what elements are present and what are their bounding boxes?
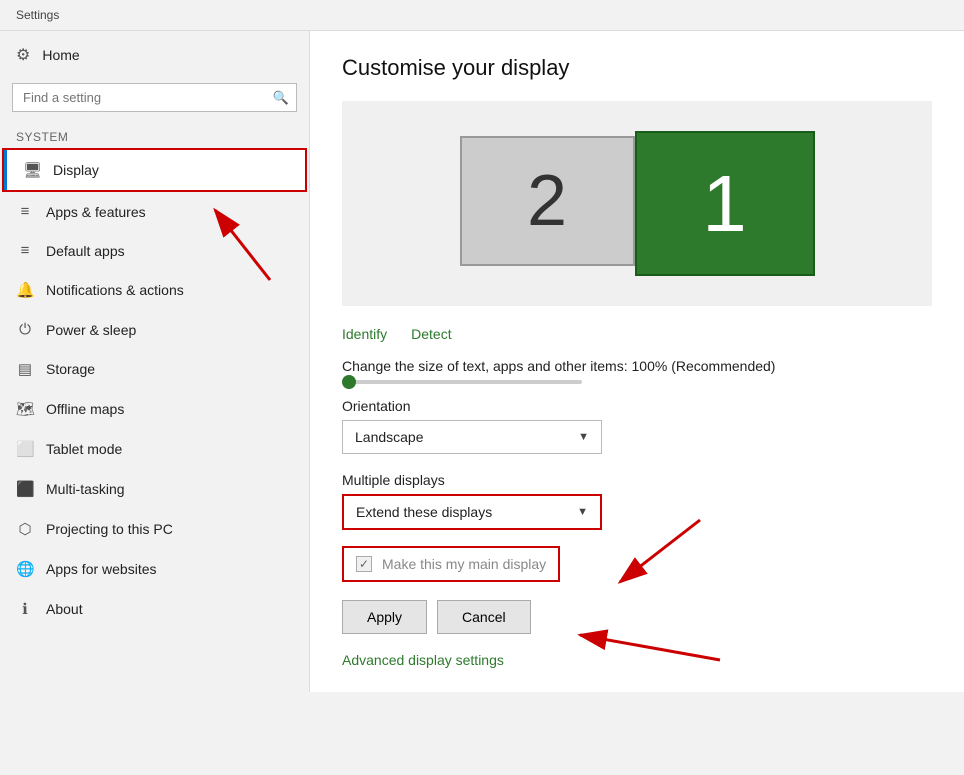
sidebar-item-default-apps[interactable]: ≡ Default apps <box>0 231 309 270</box>
sidebar-item-power-sleep[interactable]: ⏻ Power & sleep <box>0 310 309 349</box>
sidebar-item-storage-label: Storage <box>46 361 95 377</box>
sidebar-item-about[interactable]: ℹ About <box>0 589 309 629</box>
display-preview: 2 1 <box>342 101 932 306</box>
slider-track[interactable] <box>342 380 582 384</box>
sidebar-item-projecting[interactable]: ⬡ Projecting to this PC <box>0 509 309 549</box>
multiple-displays-value: Extend these displays <box>356 504 492 520</box>
search-input[interactable] <box>12 83 297 112</box>
sidebar-item-offline-maps-label: Offline maps <box>46 401 124 417</box>
monitor-1[interactable]: 1 <box>635 131 815 276</box>
tablet-icon: ⬜ <box>16 440 34 458</box>
default-apps-icon: ≡ <box>16 242 34 259</box>
sidebar-item-tablet-label: Tablet mode <box>46 441 122 457</box>
multitasking-icon: ⬛ <box>16 480 34 498</box>
sidebar-item-tablet-mode[interactable]: ⬜ Tablet mode <box>0 429 309 469</box>
display-item-wrapper: 🖥 Display <box>2 148 307 192</box>
orientation-label: Orientation <box>342 398 932 414</box>
chevron-down-icon-2: ▼ <box>577 506 588 518</box>
sidebar-item-apps-websites[interactable]: 🌐 Apps for websites <box>0 549 309 589</box>
main-content: Customise your display 2 1 Identify Dete… <box>310 31 964 692</box>
notifications-icon: 🔔 <box>16 281 34 299</box>
about-icon: ℹ <box>16 600 34 618</box>
main-display-checkbox[interactable]: ✓ <box>356 556 372 572</box>
main-display-checkbox-row[interactable]: ✓ Make this my main display <box>342 546 560 582</box>
orientation-dropdown[interactable]: Landscape ▼ <box>342 420 602 454</box>
sidebar: ⚙ Home 🔍 System 🖥 Display ≡ Apps & feat <box>0 31 310 692</box>
sidebar-item-default-apps-label: Default apps <box>46 243 125 259</box>
main-display-checkbox-label: Make this my main display <box>382 556 546 572</box>
sidebar-item-display[interactable]: 🖥 Display <box>4 150 305 190</box>
sidebar-item-apps-features[interactable]: ≡ Apps & features <box>0 192 309 231</box>
storage-icon: ▤ <box>16 360 34 378</box>
sidebar-item-notifications-label: Notifications & actions <box>46 282 184 298</box>
buttons-row: Apply Cancel <box>342 600 932 634</box>
display-icon: 🖥 <box>23 161 41 179</box>
sidebar-item-about-label: About <box>46 601 83 617</box>
sidebar-item-apps-features-label: Apps & features <box>46 204 146 220</box>
monitor-2[interactable]: 2 <box>460 136 635 266</box>
apply-button[interactable]: Apply <box>342 600 427 634</box>
projecting-icon: ⬡ <box>16 520 34 538</box>
sidebar-item-projecting-label: Projecting to this PC <box>46 521 173 537</box>
chevron-down-icon: ▼ <box>578 431 589 443</box>
multiple-displays-section: Multiple displays Extend these displays … <box>342 472 932 530</box>
home-icon: ⚙ <box>16 45 30 65</box>
apps-websites-icon: 🌐 <box>16 560 34 578</box>
sidebar-item-home[interactable]: ⚙ Home <box>0 31 309 79</box>
sidebar-item-multitasking[interactable]: ⬛ Multi-tasking <box>0 469 309 509</box>
identify-link[interactable]: Identify <box>342 326 387 342</box>
sidebar-item-storage[interactable]: ▤ Storage <box>0 349 309 389</box>
slider-wrapper <box>342 380 932 384</box>
sidebar-item-offline-maps[interactable]: 🗺 Offline maps <box>0 389 309 429</box>
scale-row: Change the size of text, apps and other … <box>342 358 932 384</box>
search-box: 🔍 <box>12 83 297 112</box>
cancel-button[interactable]: Cancel <box>437 600 531 634</box>
power-icon: ⏻ <box>16 321 34 338</box>
advanced-display-link[interactable]: Advanced display settings <box>342 652 932 668</box>
slider-thumb[interactable] <box>342 375 356 389</box>
title-bar: Settings <box>0 0 964 31</box>
scale-label: Change the size of text, apps and other … <box>342 358 932 374</box>
links-row: Identify Detect <box>342 326 932 342</box>
search-icon: 🔍 <box>273 90 289 106</box>
multiple-displays-dropdown[interactable]: Extend these displays ▼ <box>342 494 602 530</box>
multiple-displays-label: Multiple displays <box>342 472 932 488</box>
title-bar-label: Settings <box>16 8 59 22</box>
sidebar-section-label: System <box>0 120 309 148</box>
apps-features-icon: ≡ <box>16 203 34 220</box>
sidebar-item-display-label: Display <box>53 162 99 178</box>
orientation-value: Landscape <box>355 429 424 445</box>
sidebar-item-power-label: Power & sleep <box>46 322 136 338</box>
page-title: Customise your display <box>342 55 932 81</box>
sidebar-item-multitasking-label: Multi-tasking <box>46 481 125 497</box>
offline-maps-icon: 🗺 <box>16 400 34 418</box>
detect-link[interactable]: Detect <box>411 326 451 342</box>
sidebar-home-label: Home <box>42 47 79 63</box>
sidebar-item-notifications[interactable]: 🔔 Notifications & actions <box>0 270 309 310</box>
sidebar-item-apps-websites-label: Apps for websites <box>46 561 157 577</box>
